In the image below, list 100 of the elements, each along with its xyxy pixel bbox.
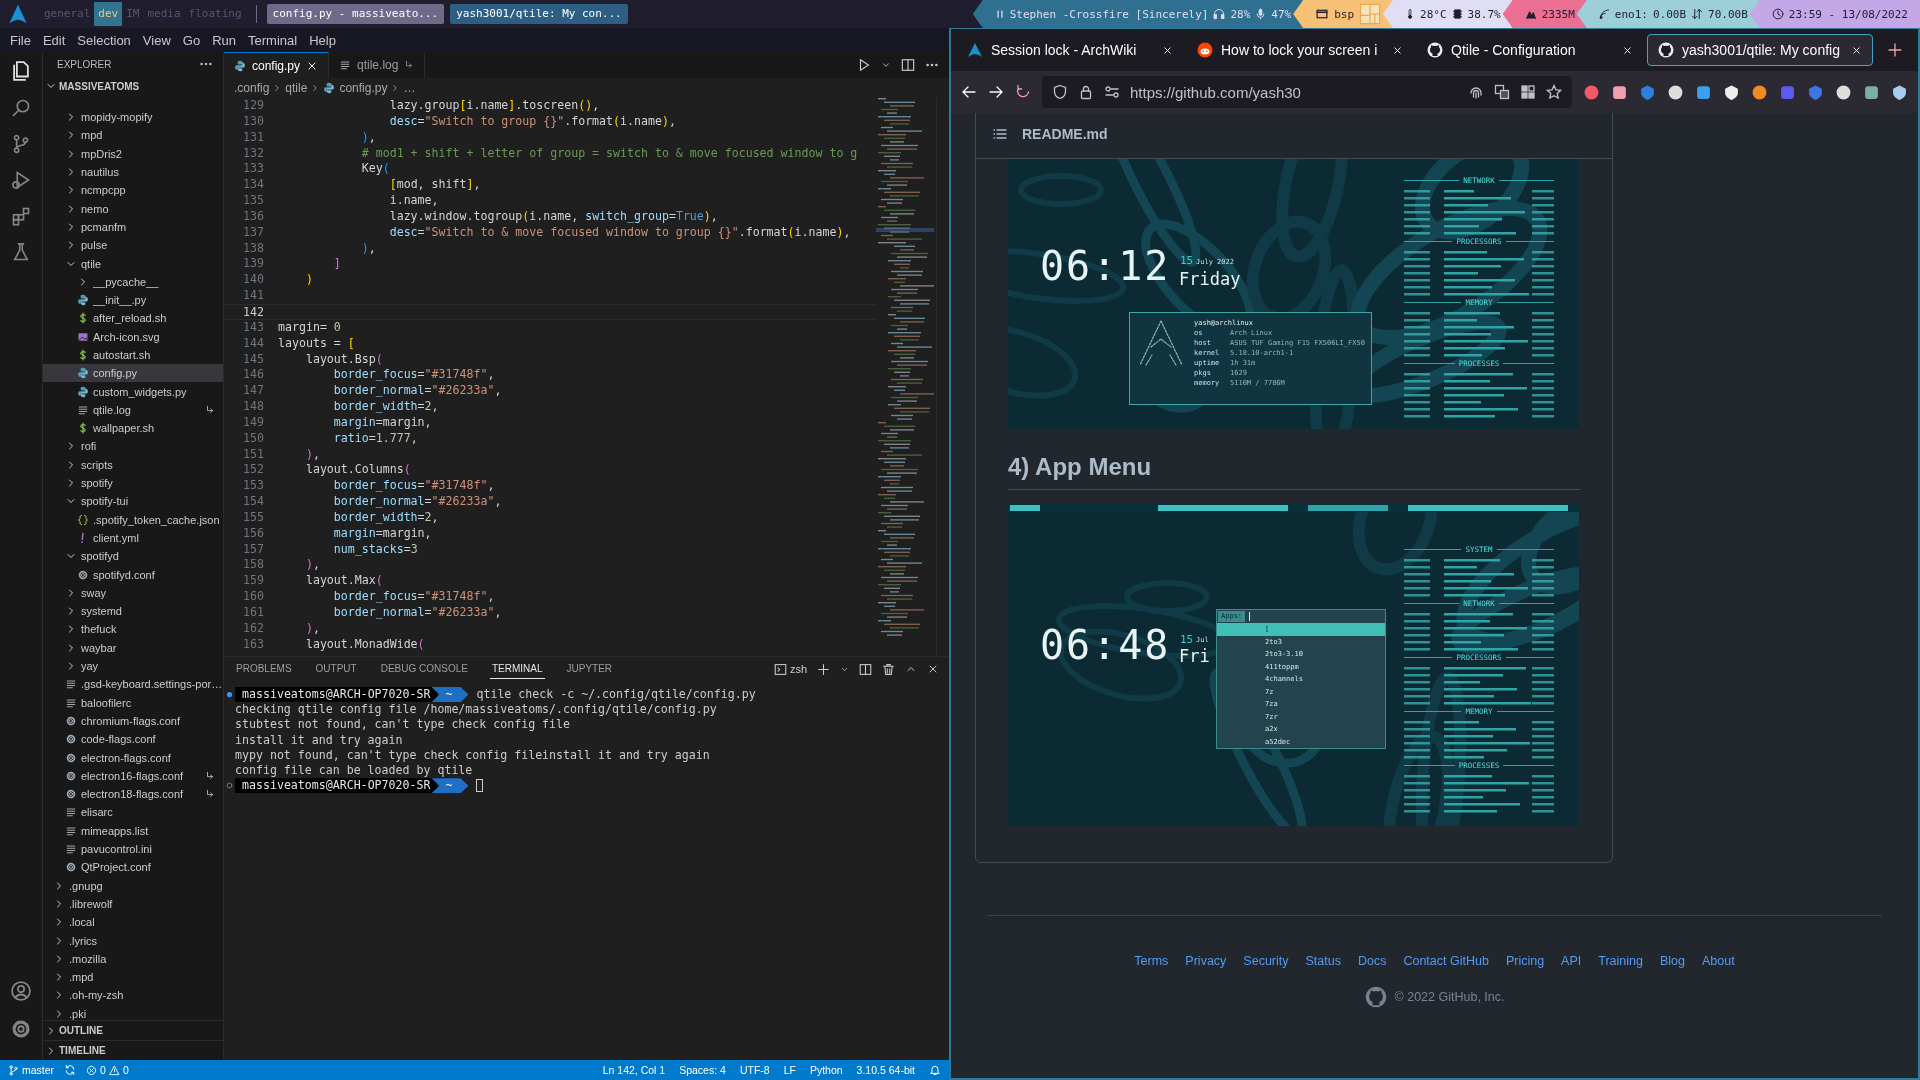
problems-status[interactable]: 0 0 <box>86 1064 129 1076</box>
browser-tab[interactable]: Session lock - ArchWiki <box>957 34 1183 66</box>
tree-folder[interactable]: mpDris2 <box>43 144 223 163</box>
footer-link[interactable]: Blog <box>1659 954 1685 968</box>
tree-document[interactable]: wallpaper.sh <box>43 419 223 438</box>
tree-document[interactable]: client.yml <box>43 528 223 548</box>
panel-tab[interactable]: OUTPUT <box>313 659 359 679</box>
code-line: num_stacks=3 <box>332 541 418 558</box>
terminal-shell[interactable]: zsh <box>773 662 807 676</box>
status-item[interactable]: Spaces: 4 <box>679 1064 726 1076</box>
footer-link[interactable]: Security <box>1243 954 1289 968</box>
tree-document[interactable]: __init__.py <box>43 290 223 310</box>
url-field[interactable]: https://github.com/yash30 <box>1042 76 1572 108</box>
tree-folder[interactable]: pcmanfm <box>43 217 223 237</box>
breadcrumb[interactable]: … <box>403 81 416 95</box>
tree-folder[interactable]: scripts <box>43 455 223 474</box>
tree-document[interactable]: electron18-flags.conf <box>43 785 223 804</box>
tree-folder[interactable]: qtile <box>43 254 223 273</box>
code-line: desc="Switch to group {}".format(i.name), <box>388 113 676 130</box>
browser-tab[interactable]: How to lock your screen i <box>1187 34 1413 66</box>
folder-root[interactable]: MASSIVEATOMS <box>43 76 223 96</box>
tree-folder[interactable]: mpd <box>43 126 223 145</box>
browser-tab[interactable]: yash3001/qtile: My config <box>1647 34 1873 66</box>
tree-folder[interactable]: .mozilla <box>43 949 223 968</box>
panel-tab[interactable]: DEBUG CONSOLE <box>378 659 470 679</box>
tree-document[interactable]: qtile.log <box>43 400 223 420</box>
tree-document[interactable]: electron-flags.conf <box>43 748 223 767</box>
breadcrumb[interactable]: .config <box>234 81 270 95</box>
tree-folder[interactable]: .oh-my-zsh <box>43 986 223 1005</box>
status-item[interactable]: LF <box>783 1064 796 1076</box>
breadcrumb[interactable]: config.py <box>323 81 388 95</box>
tree-folder[interactable]: spotify <box>43 473 223 493</box>
tree-document[interactable]: autostart.sh <box>43 345 223 365</box>
browser-tab[interactable]: Qtile - Configuration <box>1417 34 1643 66</box>
status-item[interactable]: Python <box>809 1064 843 1076</box>
tree-document[interactable]: config.py <box>43 364 223 383</box>
tree-document[interactable]: custom_widgets.py <box>43 382 223 401</box>
footer-link[interactable]: Pricing <box>1505 954 1545 968</box>
tree-folder[interactable]: nemo <box>43 199 223 218</box>
tree-folder[interactable]: waybar <box>43 638 223 657</box>
section-header[interactable]: OUTLINE <box>43 1020 223 1040</box>
status-item[interactable]: UTF-8 <box>739 1064 770 1076</box>
tree-folder[interactable]: thefuck <box>43 620 223 639</box>
tree-document[interactable]: mimeapps.list <box>43 821 223 840</box>
window-task[interactable]: config.py - massiveato... <box>266 4 445 24</box>
editor-tab[interactable]: config.py <box>224 52 330 78</box>
tree-document[interactable]: .spotify_token_cache.json <box>43 510 223 529</box>
tree-document[interactable]: QtProject.conf <box>43 858 223 877</box>
menu-item[interactable]: Selection <box>71 32 137 48</box>
tree-document[interactable]: .gsd-keyboard.settings-por… <box>43 675 223 694</box>
menu-item[interactable]: Run <box>206 32 242 48</box>
menu-item[interactable]: Terminal <box>242 32 304 48</box>
footer-link[interactable]: Training <box>1598 954 1643 968</box>
tree-folder[interactable]: nautilus <box>43 162 223 182</box>
tree-document[interactable]: spotifyd.conf <box>43 565 223 584</box>
menu-item[interactable]: Edit <box>36 32 72 48</box>
window-task[interactable]: yash3001/qtile: My con... <box>450 4 628 24</box>
tree-folder[interactable]: __pycache__ <box>43 272 223 291</box>
tree-folder[interactable]: yay <box>43 656 223 676</box>
tree-folder[interactable]: pulse <box>43 236 223 255</box>
tree-document[interactable]: electron16-flags.conf <box>43 766 223 785</box>
panel-tab[interactable]: TERMINAL <box>489 659 545 679</box>
tree-folder[interactable]: spotifyd <box>43 547 223 566</box>
footer-link[interactable]: About <box>1702 954 1735 968</box>
tree-document[interactable]: code-flags.conf <box>43 730 223 749</box>
tree-folder[interactable]: ncmpcpp <box>43 181 223 200</box>
tree-folder[interactable]: .gnupg <box>43 876 223 895</box>
footer-link[interactable]: Privacy <box>1185 954 1227 968</box>
footer-link[interactable]: API <box>1561 954 1582 968</box>
breadcrumb[interactable]: qtile <box>285 81 308 95</box>
tree-folder[interactable]: sway <box>43 583 223 602</box>
tree-folder[interactable]: .librewolf <box>43 894 223 914</box>
tree-folder[interactable]: mopidy-mopify <box>43 108 223 127</box>
tree-folder[interactable]: .mpd <box>43 967 223 987</box>
menu-item[interactable]: Go <box>176 32 207 48</box>
footer-link[interactable]: Status <box>1305 954 1341 968</box>
status-item[interactable]: 3.10.5 64-bit <box>856 1064 915 1076</box>
status-item[interactable]: Ln 142, Col 1 <box>602 1064 666 1076</box>
tree-document[interactable]: chromium-flags.conf <box>43 711 223 731</box>
tree-folder[interactable]: .pki <box>43 1004 223 1020</box>
footer-link[interactable]: Docs <box>1357 954 1387 968</box>
tree-folder[interactable]: systemd <box>43 602 223 621</box>
panel-tab[interactable]: JUPYTER <box>564 659 615 679</box>
tree-document[interactable]: baloofilerc <box>43 693 223 712</box>
menu-item[interactable]: File <box>4 32 37 48</box>
branch-status[interactable]: master <box>8 1064 55 1076</box>
panel-tab[interactable]: PROBLEMS <box>234 659 294 679</box>
tree-document[interactable]: after_reload.sh <box>43 309 223 328</box>
tree-document[interactable]: pavucontrol.ini <box>43 839 223 859</box>
footer-link[interactable]: Terms <box>1134 954 1169 968</box>
tree-document[interactable]: elisarc <box>43 803 223 822</box>
menu-item[interactable]: View <box>136 32 177 48</box>
footer-link[interactable]: Contact GitHub <box>1403 954 1489 968</box>
menu-item[interactable]: Help <box>303 32 342 48</box>
tree-folder[interactable]: .local <box>43 913 223 932</box>
tree-document[interactable]: Arch-icon.svg <box>43 327 223 346</box>
widget-text: 23:59 - 13/08/2022 <box>1788 7 1908 21</box>
tree-folder[interactable]: .lyrics <box>43 931 223 950</box>
tree-folder[interactable]: spotify-tui <box>43 492 223 511</box>
tree-folder[interactable]: rofi <box>43 437 223 456</box>
